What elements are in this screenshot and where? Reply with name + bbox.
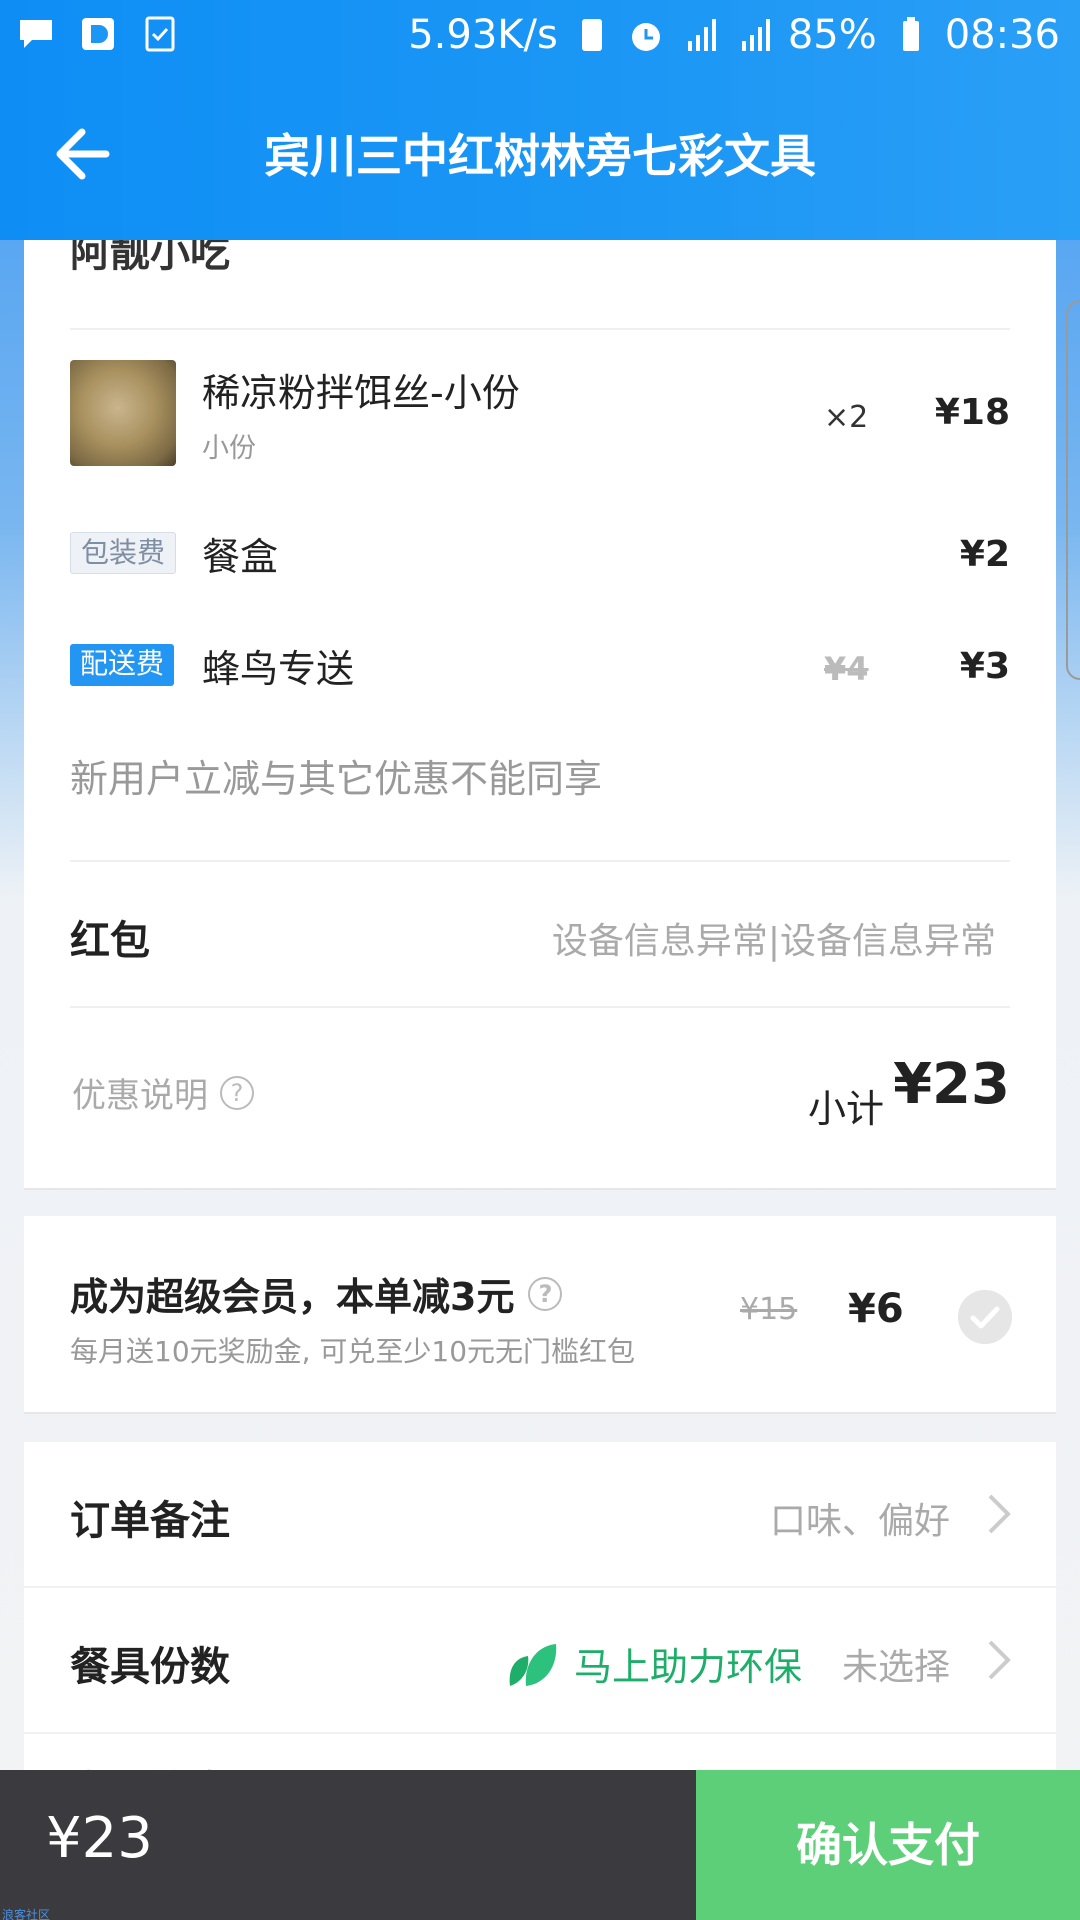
member-subtitle: 每月送10元奖励金, 可兑至少10元无门槛红包 bbox=[70, 1335, 636, 1368]
checkmark-icon[interactable] bbox=[958, 1290, 1012, 1344]
food-spec: 小份 bbox=[202, 433, 256, 464]
status-left-icons bbox=[16, 14, 180, 54]
remark-label: 订单备注 bbox=[70, 1498, 230, 1544]
promo-explain[interactable]: 优惠说明 ? bbox=[72, 1068, 254, 1117]
signal-2g-icon bbox=[687, 19, 716, 51]
app-header: 5.93K/s 85% 08:36 宾川三中红树林旁七彩文具 bbox=[0, 0, 1080, 240]
member-original-price: ¥15 bbox=[740, 1292, 798, 1327]
delivery-name: 蜂鸟专送 bbox=[202, 647, 355, 691]
network-speed: 5.93K/s bbox=[408, 12, 558, 58]
message-icon bbox=[20, 20, 52, 48]
checklist-icon bbox=[145, 16, 175, 52]
total-box: ¥23 bbox=[0, 1770, 696, 1920]
packaging-price: ¥2 bbox=[959, 534, 1010, 575]
battery-icon bbox=[902, 17, 919, 51]
leaf-icon bbox=[509, 1643, 557, 1686]
member-price: ¥6 bbox=[848, 1286, 904, 1332]
battery-percent: 85% bbox=[787, 12, 877, 58]
subtotal-value: ¥23 bbox=[893, 1052, 1010, 1117]
help-icon[interactable]: ? bbox=[528, 1276, 563, 1311]
side-scroll-edge bbox=[1066, 300, 1080, 680]
red-packet-value[interactable]: 设备信息异常|设备信息异常 bbox=[552, 912, 996, 964]
help-icon[interactable]: ? bbox=[220, 1075, 254, 1110]
red-packet-label[interactable]: 红包 bbox=[70, 908, 150, 966]
packaging-tag: 包装费 bbox=[70, 532, 177, 574]
food-name: 稀凉粉拌饵丝-小份 bbox=[202, 371, 520, 415]
confirm-pay-button[interactable]: 确认支付 bbox=[696, 1770, 1080, 1920]
back-arrow-icon[interactable] bbox=[52, 124, 112, 184]
signal-4g-icon bbox=[741, 19, 770, 51]
food-quantity: ×2 bbox=[824, 400, 869, 435]
recycle-battery-icon bbox=[581, 19, 602, 51]
remark-hint: 口味、偏好 bbox=[769, 1501, 950, 1542]
eco-text: 马上助力环保 bbox=[574, 1645, 803, 1689]
tableware-hint: 未选择 bbox=[841, 1647, 950, 1688]
watermark: 浪客社区 bbox=[2, 1908, 51, 1920]
food-price: ¥18 bbox=[934, 392, 1010, 433]
alarm-icon bbox=[631, 23, 660, 51]
divider bbox=[70, 1006, 1010, 1008]
delivery-price: ¥3 bbox=[959, 646, 1010, 687]
super-member-card[interactable]: 成为超级会员，本单减3元 ? 每月送10元奖励金, 可兑至少10元无门槛红包 ¥… bbox=[24, 1216, 1056, 1414]
chevron-right-icon bbox=[988, 1640, 1011, 1680]
packaging-name: 餐盒 bbox=[202, 535, 279, 579]
tableware-label: 餐具份数 bbox=[70, 1644, 230, 1690]
checkout-bar: ¥23 确认支付 bbox=[0, 1770, 1080, 1920]
page-title: 宾川三中红树林旁七彩文具 bbox=[264, 129, 816, 183]
status-right: 5.93K/s 85% 08:36 bbox=[408, 12, 1060, 58]
order-summary-card: 阿靓小吃 稀凉粉拌饵丝-小份 小份 ×2 ¥18 包装费 餐盒 ¥2 配送费 蜂… bbox=[24, 200, 1056, 1190]
food-image bbox=[70, 360, 176, 466]
status-bar: 5.93K/s 85% 08:36 bbox=[0, 0, 1080, 76]
chevron-right-icon bbox=[988, 1494, 1011, 1534]
divider bbox=[70, 860, 1010, 862]
member-title: 成为超级会员，本单减3元 ? bbox=[70, 1266, 563, 1321]
tableware-row[interactable]: 餐具份数 马上助力环保 未选择 bbox=[24, 1588, 1056, 1734]
divider bbox=[70, 328, 1010, 330]
total-amount: ¥23 bbox=[46, 1806, 153, 1871]
subtotal-label: 小计 bbox=[808, 1087, 885, 1131]
discount-notice: 新用户立减与其它优惠不能同享 bbox=[70, 757, 603, 801]
app-d-icon bbox=[82, 18, 114, 50]
promo-explain-label: 优惠说明 bbox=[72, 1076, 208, 1116]
member-title-text: 成为超级会员，本单减3元 bbox=[70, 1275, 515, 1319]
delivery-original-price: ¥4 bbox=[824, 650, 869, 688]
clock: 08:36 bbox=[944, 12, 1060, 58]
delivery-tag: 配送费 bbox=[70, 644, 175, 686]
order-remark-row[interactable]: 订单备注 口味、偏好 bbox=[24, 1442, 1056, 1588]
eco-badge: 马上助力环保 bbox=[506, 1636, 802, 1691]
